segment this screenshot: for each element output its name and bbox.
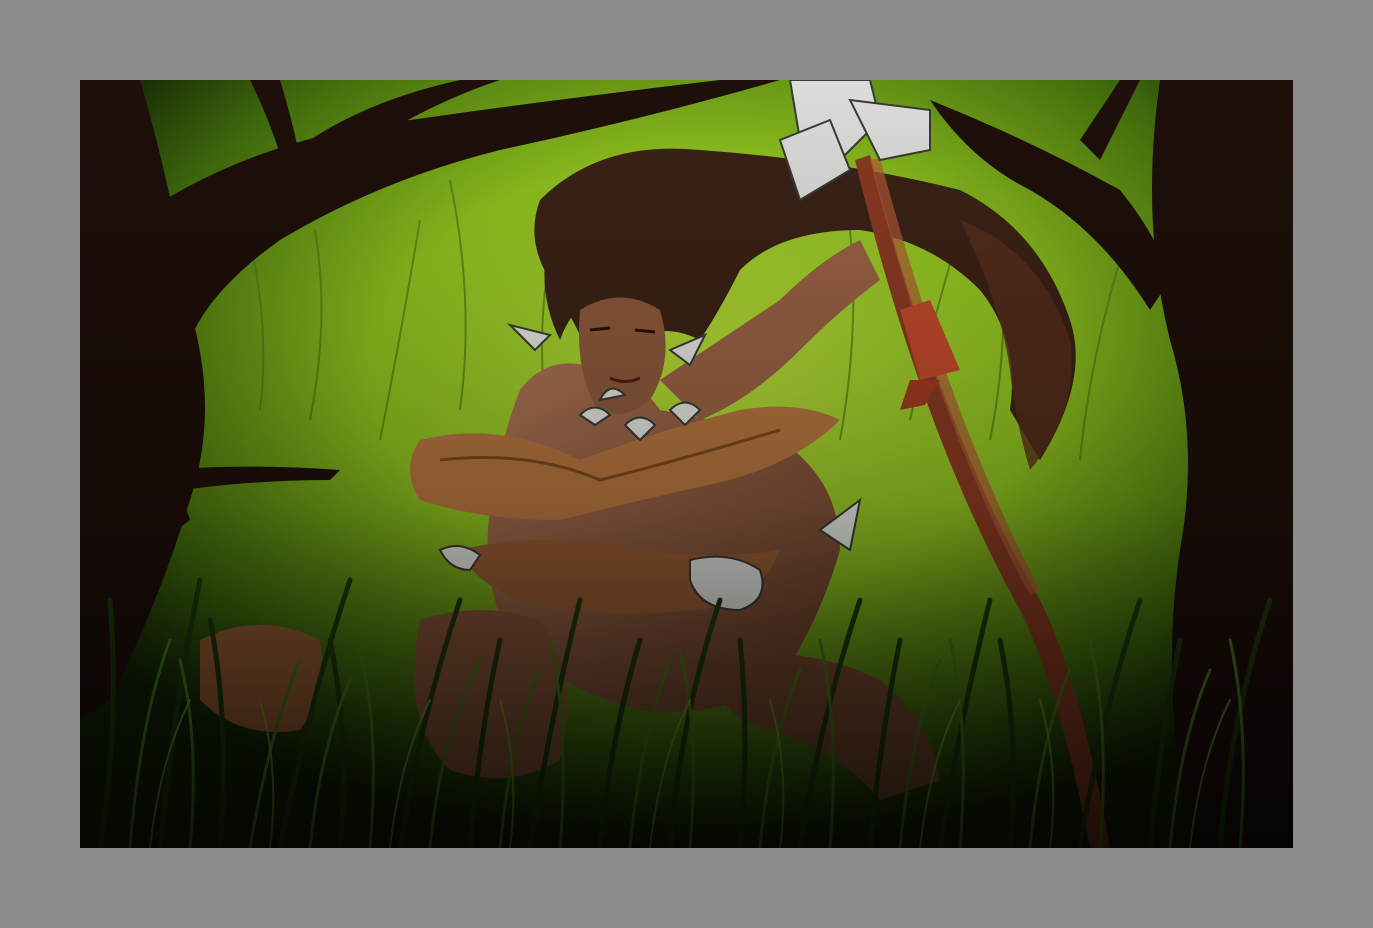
- picture-frame: [0, 0, 1373, 928]
- bottom-shade: [80, 80, 1293, 848]
- artwork: [80, 80, 1293, 848]
- artwork-illustration: [80, 80, 1293, 848]
